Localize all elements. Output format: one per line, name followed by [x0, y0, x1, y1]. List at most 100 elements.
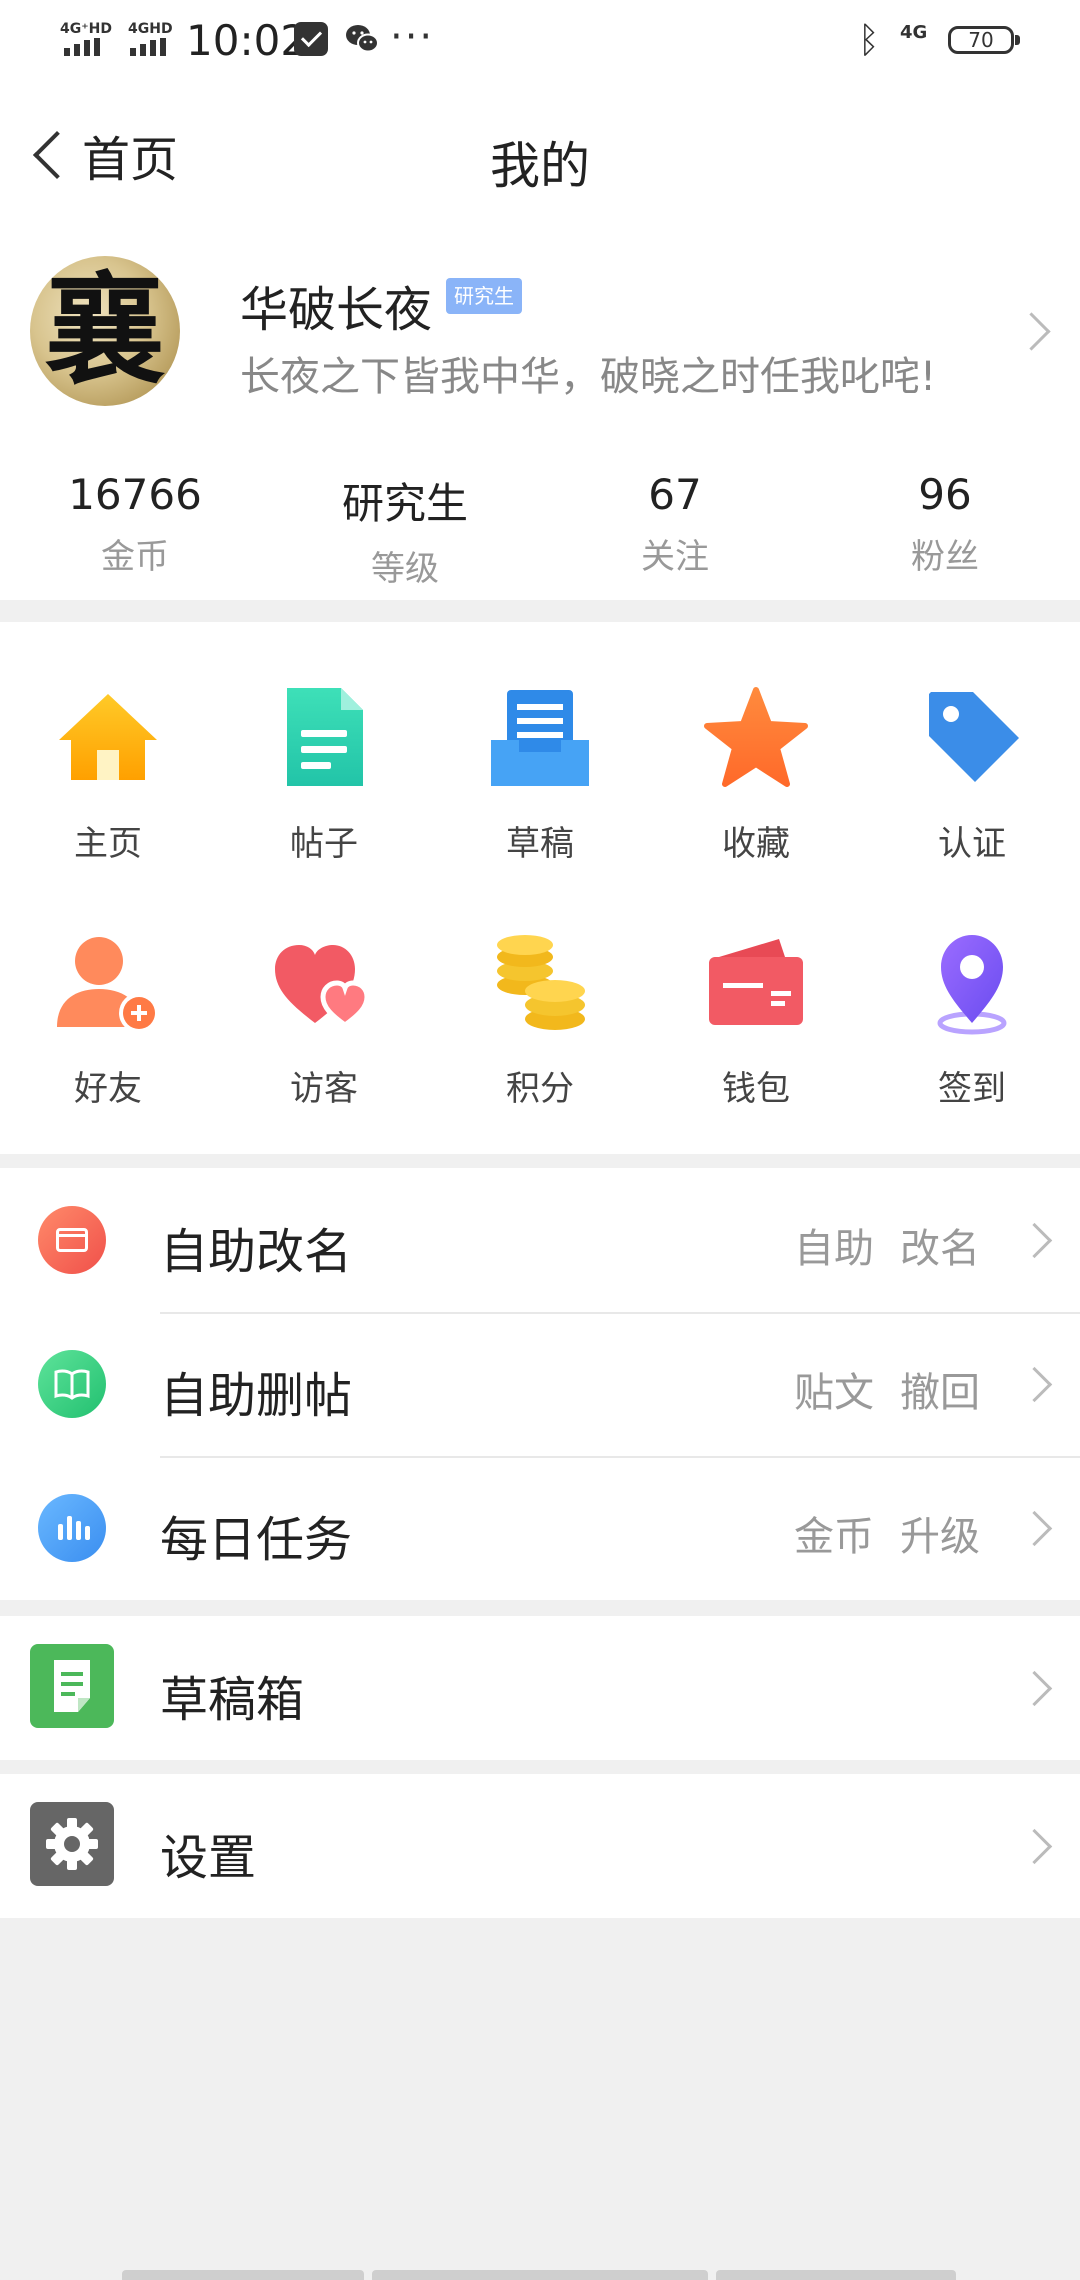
nav-hint-right[interactable]	[716, 2270, 956, 2280]
grid-item-visitors[interactable]: 访客	[216, 927, 432, 1110]
stat-value: 研究生	[341, 479, 468, 528]
network-type: 4G	[900, 22, 928, 43]
grid-item-favorites[interactable]: 收藏	[648, 682, 864, 865]
grid-item-label: 签到	[938, 1069, 1006, 1109]
more-notifications-icon: ···	[390, 14, 435, 60]
stat-value: 16766	[68, 470, 202, 519]
chevron-right-icon	[1016, 1828, 1053, 1865]
grid-item-label: 帖子	[290, 824, 358, 864]
menu-row-title: 草稿箱	[160, 1672, 305, 1728]
wallet-icon	[709, 939, 803, 1025]
add-friend-icon	[57, 937, 159, 1033]
grid-item-checkin[interactable]: 签到	[864, 927, 1080, 1110]
level-badge: 研究生	[446, 278, 522, 314]
settings-section: 设置	[0, 1774, 1080, 1918]
bluetooth-icon: ᛒ	[858, 20, 880, 61]
stat-followers[interactable]: 96 粉丝	[810, 470, 1080, 578]
grid-item-posts[interactable]: 帖子	[216, 682, 432, 865]
feature-grid: 主页 帖子 草稿 收藏 认证 好友 访客 积分 钱包 签到	[0, 622, 1080, 1154]
home-icon	[59, 694, 157, 780]
menu-row-title: 设置	[160, 1830, 257, 1886]
chevron-right-icon	[1016, 1510, 1053, 1547]
menu-row-title: 自助删帖	[160, 1368, 353, 1424]
stat-label: 等级	[371, 549, 439, 589]
menu-row-tags: 贴文 撤回	[768, 1360, 980, 1418]
stat-value: 96	[918, 470, 972, 519]
grid-item-label: 钱包	[722, 1069, 790, 1109]
card-icon	[38, 1206, 106, 1274]
draft-tray-icon	[491, 690, 589, 786]
signal-label-2: 4GHD	[128, 21, 173, 37]
page-title: 我的	[490, 137, 590, 195]
tag: 贴文	[794, 1370, 874, 1416]
grid-item-label: 草稿	[506, 824, 574, 864]
menu-row-tags: 金币 升级	[768, 1504, 980, 1562]
gear-icon	[30, 1802, 114, 1886]
username: 华破长夜	[240, 282, 433, 338]
menu-row-title: 自助改名	[160, 1224, 353, 1280]
nav-hint-center[interactable]	[372, 2270, 708, 2280]
grid-item-friends[interactable]: 好友	[0, 927, 216, 1110]
status-bar: 4G⁺HD 4GHD 10:02 ··· ᛒ 4G 70	[0, 0, 1080, 90]
stat-level[interactable]: 研究生 等级	[270, 470, 540, 590]
grid-item-label: 主页	[74, 824, 142, 864]
chevron-right-icon	[1016, 1222, 1053, 1259]
menu-row-drafts[interactable]: 草稿箱	[0, 1616, 1080, 1760]
header: 首页 我的	[0, 90, 1080, 220]
menu-row-delete-post[interactable]: 自助删帖 贴文 撤回	[0, 1312, 1080, 1456]
grid-item-verify[interactable]: 认证	[864, 682, 1080, 865]
tag: 自助	[794, 1226, 874, 1272]
profile-header[interactable]: 襄 华破长夜 研究生 长夜之下皆我中华，破晓之时任我叱咤!	[0, 220, 1080, 440]
tag: 改名	[900, 1226, 980, 1272]
tag: 撤回	[900, 1370, 980, 1416]
grid-item-label: 认证	[938, 824, 1006, 864]
signature: 长夜之下皆我中华，破晓之时任我叱咤!	[240, 354, 937, 400]
grid-item-label: 收藏	[722, 824, 790, 864]
signal-bars-2-icon	[130, 38, 166, 56]
stat-label: 金币	[101, 537, 169, 577]
stat-label: 粉丝	[911, 537, 979, 577]
note-icon	[30, 1644, 114, 1728]
menu-row-rename[interactable]: 自助改名 自助 改名	[0, 1168, 1080, 1312]
document-icon	[287, 688, 363, 786]
battery-indicator: 70	[948, 26, 1020, 54]
grid-item-home[interactable]: 主页	[0, 682, 216, 865]
book-icon	[38, 1350, 106, 1418]
profile-card: 襄 华破长夜 研究生 长夜之下皆我中华，破晓之时任我叱咤! 16766 金币 研…	[0, 220, 1080, 600]
grid-item-label: 积分	[506, 1069, 574, 1109]
menu-row-settings[interactable]: 设置	[0, 1774, 1080, 1918]
chevron-right-icon	[1012, 312, 1051, 351]
stat-coins[interactable]: 16766 金币	[0, 470, 270, 578]
status-time: 10:02	[186, 16, 308, 65]
tag-icon	[929, 692, 1019, 782]
avatar[interactable]: 襄	[30, 256, 180, 406]
grid-item-drafts[interactable]: 草稿	[432, 682, 648, 865]
menu-row-tags: 自助 改名	[768, 1216, 980, 1274]
menu-row-daily-tasks[interactable]: 每日任务 金币 升级	[0, 1456, 1080, 1600]
chevron-right-icon	[1016, 1670, 1053, 1707]
menu-row-title: 每日任务	[160, 1512, 353, 1568]
wechat-icon	[346, 25, 379, 53]
grid-item-points[interactable]: 积分	[432, 927, 648, 1110]
chevron-right-icon	[1016, 1366, 1053, 1403]
tag: 升级	[900, 1514, 980, 1560]
star-icon	[704, 687, 808, 787]
stat-value: 67	[648, 470, 702, 519]
signal-label-1: 4G⁺HD	[60, 21, 112, 37]
signal-bars-1-icon	[64, 38, 100, 56]
stat-following[interactable]: 67 关注	[540, 470, 810, 578]
grid-item-label: 访客	[290, 1069, 358, 1109]
drafts-section: 草稿箱	[0, 1616, 1080, 1760]
stat-label: 关注	[641, 537, 709, 577]
grid-item-label: 好友	[74, 1069, 142, 1109]
notification-app-icon	[294, 22, 328, 56]
bar-chart-icon	[38, 1494, 106, 1562]
hearts-icon	[275, 945, 370, 1029]
tag: 金币	[794, 1514, 874, 1560]
grid-item-wallet[interactable]: 钱包	[648, 927, 864, 1110]
service-menu: 自助改名 自助 改名 自助删帖 贴文 撤回 每日任务 金币 升级	[0, 1168, 1080, 1600]
avatar-calligraphy: 襄	[45, 260, 165, 401]
coins-icon	[497, 935, 585, 1030]
location-pin-icon	[937, 935, 1007, 1035]
nav-hint-left[interactable]	[122, 2270, 364, 2280]
